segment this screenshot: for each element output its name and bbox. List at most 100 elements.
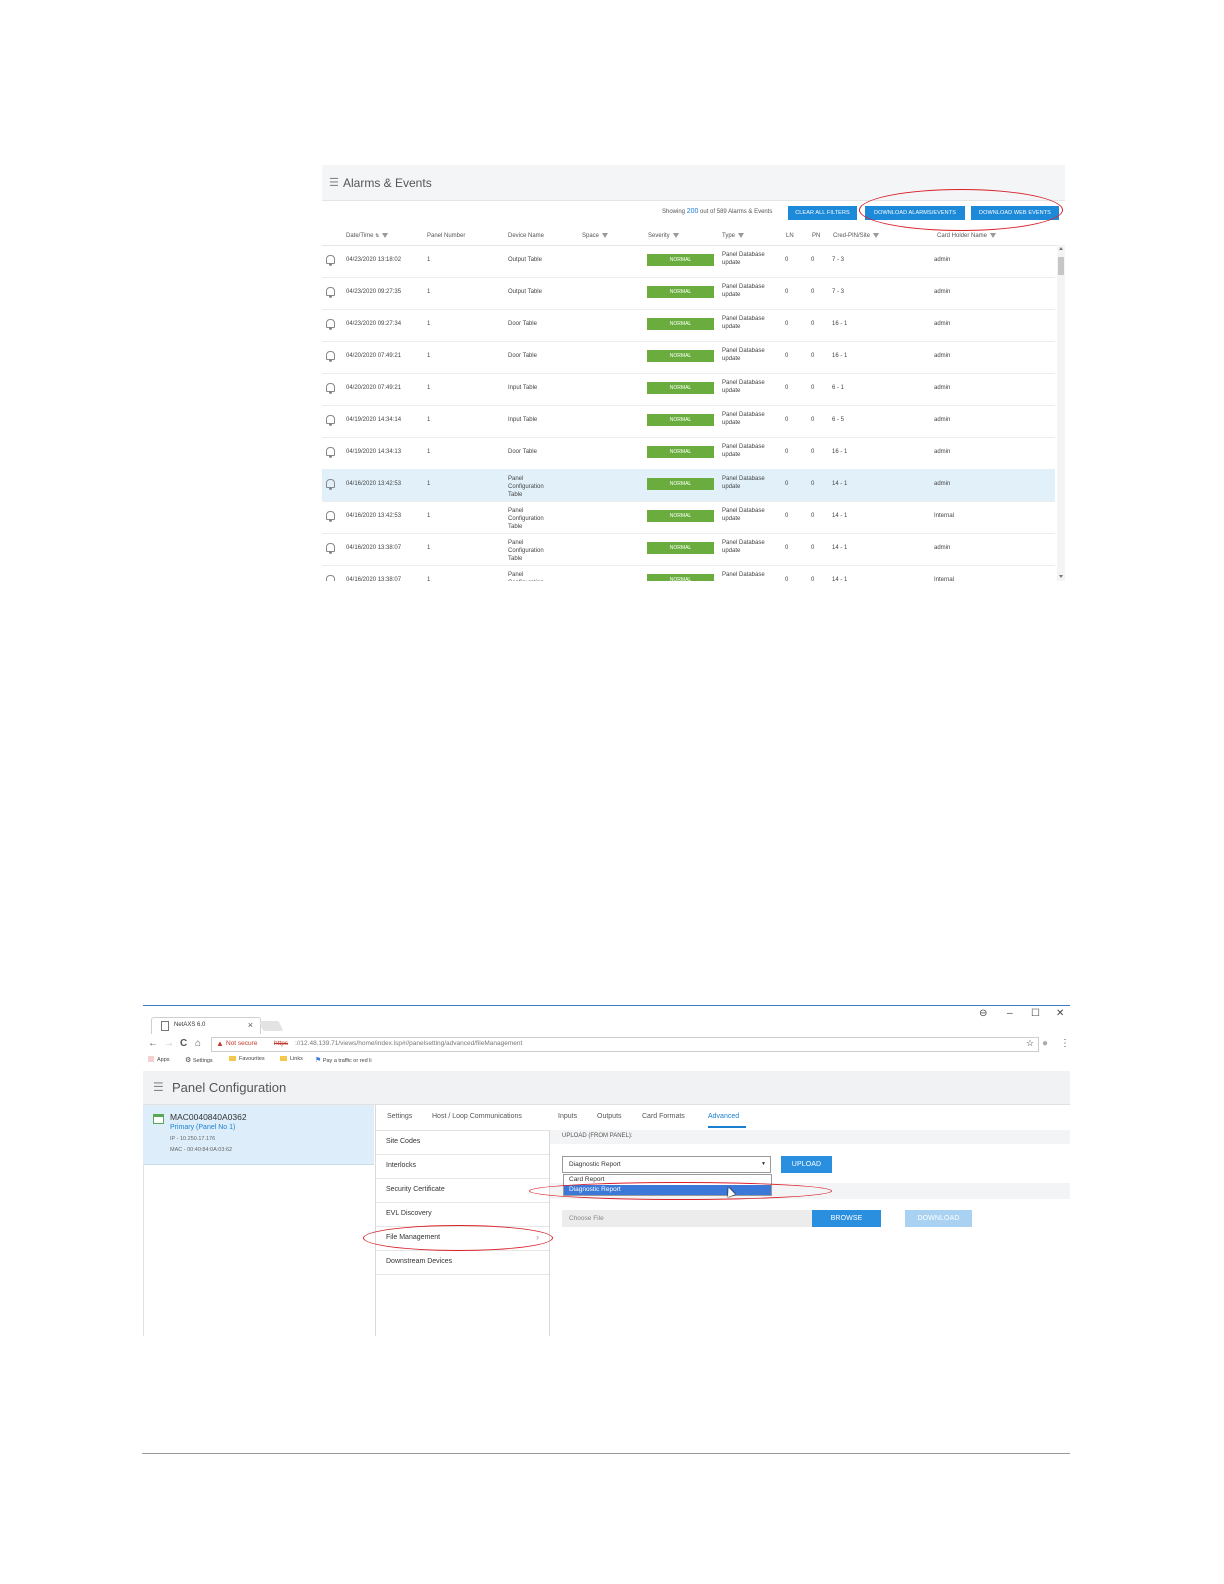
bookmark-favourites[interactable]: Favourites <box>229 1056 265 1062</box>
table-row[interactable]: 04/20/2020 07:49:21 1 Input Table NORMAL Pan… <box>322 373 1055 406</box>
col-datetime[interactable]: Date/Time ⇅ <box>346 233 389 239</box>
col-panel-number[interactable]: Panel Number <box>427 233 465 239</box>
browse-button[interactable]: BROWSE <box>812 1210 881 1227</box>
new-tab-button[interactable] <box>258 1021 284 1031</box>
download-button[interactable]: DOWNLOAD <box>905 1210 972 1227</box>
footer-divider <box>142 1453 1070 1454</box>
cell-cred: 7 - 3 <box>832 289 845 295</box>
table-row[interactable]: 04/23/2020 09:27:35 1 Output Table NORMAL Pa… <box>322 277 1055 310</box>
menu-evl-discovery[interactable]: EVL Discovery <box>376 1202 549 1227</box>
cell-ln: 0 <box>785 449 789 455</box>
bookmark-settings[interactable]: ⚙ Settings <box>185 1056 213 1064</box>
table-row[interactable]: 04/16/2020 13:38:07 1 Panel Configuration N… <box>322 565 1055 581</box>
alarms-table-body: 04/23/2020 13:18:02 1 Output Table NORMAL Pa… <box>322 245 1057 581</box>
bell-icon <box>326 511 335 522</box>
upload-button[interactable]: UPLOAD <box>781 1156 832 1173</box>
menu-interlocks[interactable]: Interlocks <box>376 1154 549 1179</box>
table-row[interactable]: 04/16/2020 13:42:53 1 Panel Configuration … <box>322 501 1055 534</box>
filter-icon[interactable] <box>990 233 997 238</box>
col-cred-pin-site[interactable]: Cred-PIN/Site <box>833 233 880 239</box>
tab-settings[interactable]: Settings <box>387 1113 412 1120</box>
cell-holder: admin <box>934 449 951 455</box>
col-device-name[interactable]: Device Name <box>508 233 544 239</box>
forward-icon[interactable]: → <box>164 1038 174 1049</box>
filter-icon[interactable] <box>672 233 679 238</box>
hamburger-menu-icon[interactable]: ☰ <box>153 1080 164 1094</box>
table-row[interactable]: 04/19/2020 14:34:14 1 Input Table NORMAL Pan… <box>322 405 1055 438</box>
cell-ln: 0 <box>785 545 789 551</box>
cell-pn: 0 <box>811 545 815 551</box>
sort-icon[interactable]: ⇅ <box>375 233 379 239</box>
tab-host-loop-communications[interactable]: Host / Loop Communications <box>432 1113 522 1120</box>
table-row[interactable]: 04/20/2020 07:49:21 1 Door Table NORMAL Pane… <box>322 341 1055 374</box>
cell-device: Input Table <box>508 417 538 423</box>
table-row[interactable]: 04/16/2020 13:38:07 1 Panel Configuration … <box>322 533 1055 566</box>
tab-card-formats[interactable]: Card Formats <box>642 1113 685 1120</box>
extension-icon[interactable]: ● <box>1042 1038 1048 1049</box>
scroll-down-icon[interactable] <box>1059 575 1063 578</box>
filter-icon[interactable] <box>738 233 745 238</box>
cell-holder: admin <box>934 385 951 391</box>
table-scrollbar[interactable] <box>1057 245 1065 581</box>
browser-menu-icon[interactable]: ⋮ <box>1060 1038 1070 1049</box>
cell-cred: 7 - 3 <box>832 257 845 263</box>
panel-icon <box>153 1114 164 1124</box>
minimize-icon[interactable]: – <box>1007 1008 1013 1019</box>
panel-subtitle: Primary (Panel No 1) <box>170 1124 236 1131</box>
menu-downstream-devices[interactable]: Downstream Devices <box>376 1250 549 1275</box>
clear-all-filters-button[interactable]: CLEAR ALL FILTERS <box>788 206 857 220</box>
maximize-icon[interactable]: ☐ <box>1031 1008 1040 1019</box>
profile-icon[interactable]: ⊖ <box>979 1008 987 1019</box>
file-chooser[interactable]: Choose File <box>562 1210 812 1227</box>
scroll-thumb[interactable] <box>1058 257 1064 275</box>
table-row[interactable]: 04/23/2020 13:18:02 1 Output Table NORMAL Pa… <box>322 245 1055 278</box>
cell-pn: 0 <box>811 353 815 359</box>
bookmark-pay-traffic[interactable]: ⚑ Pay a traffic or red li <box>315 1056 372 1064</box>
table-row[interactable]: 04/16/2020 13:42:53 1 Panel Configuration … <box>322 469 1055 502</box>
cell-datetime: 04/23/2020 09:27:34 <box>346 321 402 327</box>
filter-icon[interactable] <box>873 233 880 238</box>
not-secure-label: Not secure <box>226 1040 258 1047</box>
bookmark-links[interactable]: Links <box>280 1056 303 1062</box>
menu-site-codes[interactable]: Site Codes <box>376 1130 549 1155</box>
cell-device: Panel Configuration Table <box>508 476 544 498</box>
col-pn[interactable]: PN <box>812 233 820 239</box>
col-severity[interactable]: Severity <box>648 233 679 239</box>
browser-tab[interactable]: NetAXS 6.0 × <box>151 1017 261 1034</box>
cell-device: Output Table <box>508 289 542 295</box>
tab-outputs[interactable]: Outputs <box>597 1113 622 1120</box>
panel-card[interactable]: MAC0040840A0362 Primary (Panel No 1) IP … <box>143 1105 374 1165</box>
hamburger-menu-icon[interactable]: ☰ <box>329 176 339 189</box>
close-tab-icon[interactable]: × <box>248 1020 253 1030</box>
severity-badge: NORMAL <box>647 574 714 581</box>
menu-security-certificate[interactable]: Security Certificate <box>376 1178 549 1203</box>
col-space[interactable]: Space <box>582 233 609 239</box>
col-ln[interactable]: LN <box>786 233 794 239</box>
tab-advanced[interactable]: Advanced <box>708 1113 739 1120</box>
reload-icon[interactable]: C <box>180 1038 187 1049</box>
filter-icon[interactable] <box>382 233 389 238</box>
choose-file-label: Choose File <box>569 1215 604 1222</box>
tab-inputs[interactable]: Inputs <box>558 1113 577 1120</box>
scroll-up-icon[interactable] <box>1059 247 1063 250</box>
cell-type: Panel Database update <box>722 444 765 458</box>
cell-ln: 0 <box>785 513 789 519</box>
home-icon[interactable]: ⌂ <box>195 1038 201 1049</box>
bell-icon <box>326 543 335 554</box>
report-select[interactable]: Diagnostic Report ▼ <box>562 1156 771 1173</box>
cell-holder: admin <box>934 545 951 551</box>
bookmark-apps[interactable]: Apps <box>148 1056 170 1063</box>
bookmark-star-icon[interactable]: ☆ <box>1026 1038 1034 1049</box>
url-input[interactable]: ▲ Not secure https ://12.48.139.71/views… <box>211 1037 1039 1052</box>
bell-icon <box>326 319 335 330</box>
apps-grid-icon <box>148 1056 154 1062</box>
col-card-holder-name[interactable]: Card Holder Name <box>937 233 997 239</box>
back-icon[interactable]: ← <box>148 1038 158 1049</box>
folder-icon <box>229 1056 236 1061</box>
col-type[interactable]: Type <box>722 233 745 239</box>
filter-icon[interactable] <box>602 233 609 238</box>
table-row[interactable]: 04/19/2020 14:34:13 1 Door Table NORMAL Pane… <box>322 437 1055 470</box>
close-window-icon[interactable]: ✕ <box>1056 1008 1064 1019</box>
highlight-file-management-circle <box>363 1225 553 1251</box>
table-row[interactable]: 04/23/2020 09:27:34 1 Door Table NORMAL Pane… <box>322 309 1055 342</box>
